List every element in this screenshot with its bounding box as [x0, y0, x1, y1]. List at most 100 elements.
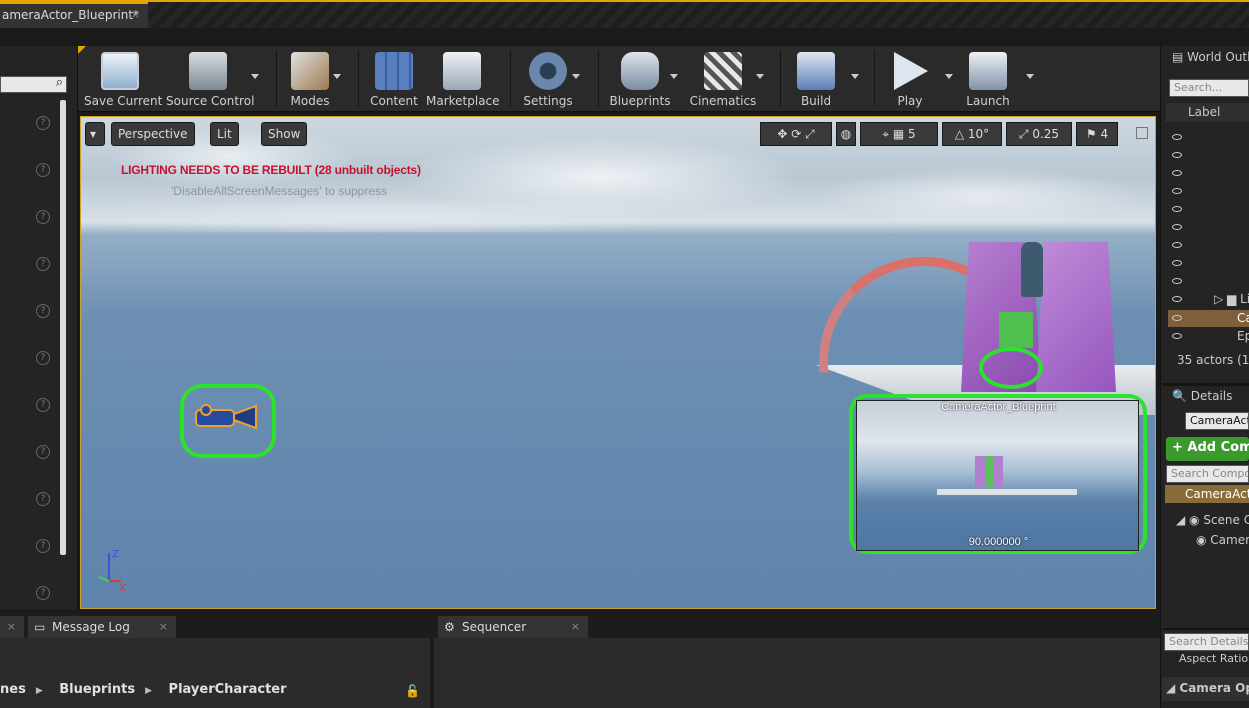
camera-component-row[interactable]: ◉ Camer: [1196, 533, 1249, 547]
bottom-tab-partial[interactable]: ×: [0, 616, 24, 638]
perspective-button[interactable]: Perspective: [111, 122, 195, 146]
viewport-options-dropdown[interactable]: ▾: [85, 122, 105, 146]
scale-snap-toggle[interactable]: ⤢ 0.25: [1006, 122, 1072, 146]
eye-icon[interactable]: [1172, 260, 1182, 266]
actor-name-field[interactable]: CameraAct: [1185, 412, 1249, 430]
source-control-button[interactable]: Source Control: [166, 46, 255, 112]
help-icon[interactable]: ?: [36, 492, 50, 506]
outliner-row-camera[interactable]: Ca: [1237, 311, 1249, 325]
camera-options-category[interactable]: ◢ Camera Opti: [1162, 677, 1249, 701]
rotation-snap-toggle[interactable]: △ 10°: [942, 122, 1002, 146]
help-icon[interactable]: ?: [36, 445, 50, 459]
eye-icon[interactable]: [1172, 333, 1182, 339]
world-outliner-tab[interactable]: ▤ World Outli: [1172, 50, 1249, 64]
eye-icon[interactable]: [1172, 206, 1182, 212]
outliner-row-folder[interactable]: ▷ ▆ Li: [1214, 292, 1249, 306]
chevron-right-icon: ▶: [35, 686, 43, 696]
axis-x-label: X: [119, 583, 126, 594]
outliner-row[interactable]: Ep: [1237, 329, 1249, 343]
blueprints-label: Blueprints: [609, 94, 671, 108]
axis-z-label: Z: [112, 549, 119, 560]
rotation-snap-value: 10°: [967, 127, 990, 141]
camera-speed-button[interactable]: ⚑ 4: [1076, 122, 1118, 146]
lock-icon[interactable]: 🔓: [405, 684, 420, 698]
chevron-down-icon[interactable]: [945, 74, 953, 79]
help-icon[interactable]: ?: [36, 116, 50, 130]
row-label: Ep: [1237, 329, 1249, 343]
lit-label: Lit: [217, 127, 232, 141]
eye-icon[interactable]: [1172, 296, 1182, 302]
component-root-row[interactable]: CameraAct: [1165, 485, 1249, 503]
help-icon[interactable]: ?: [36, 304, 50, 318]
eye-icon[interactable]: [1172, 170, 1182, 176]
world-local-icon[interactable]: ◍: [836, 122, 856, 146]
help-icon[interactable]: ?: [36, 163, 50, 177]
settings-label: Settings: [523, 94, 573, 108]
launch-button[interactable]: Launch: [958, 46, 1018, 112]
chevron-down-icon[interactable]: [572, 74, 580, 79]
breadcrumb-item[interactable]: Blueprints: [59, 682, 135, 697]
transform-mode-buttons[interactable]: ✥ ⟳ ⤢: [760, 122, 832, 146]
sequencer-icon: ⚙: [444, 620, 455, 634]
help-icon[interactable]: ?: [36, 210, 50, 224]
close-tab-icon[interactable]: ×: [571, 616, 580, 638]
build-button[interactable]: Build: [788, 46, 844, 112]
search-details-input[interactable]: Search Details: [1164, 633, 1249, 651]
scale-snap-value: 0.25: [1032, 127, 1060, 141]
chevron-down-icon[interactable]: [670, 74, 678, 79]
details-tab[interactable]: 🔍 Details: [1172, 389, 1232, 403]
save-icon: [101, 52, 139, 90]
breadcrumb-item[interactable]: PlayerCharacter: [169, 682, 287, 697]
outliner-header[interactable]: Label: [1166, 103, 1249, 122]
help-icon[interactable]: ?: [36, 398, 50, 412]
eye-icon[interactable]: [1172, 242, 1182, 248]
help-icon[interactable]: ?: [36, 586, 50, 600]
blueprints-button[interactable]: Blueprints: [606, 46, 674, 112]
document-tab[interactable]: ameraActor_Blueprint* ×: [0, 2, 148, 28]
component-root-label: CameraAct: [1185, 487, 1249, 501]
add-component-button[interactable]: + Add Com: [1166, 437, 1249, 461]
chevron-down-icon[interactable]: [333, 74, 341, 79]
eye-icon[interactable]: [1172, 188, 1182, 194]
search-components-input[interactable]: Search Compo: [1166, 465, 1249, 483]
maximize-viewport-icon[interactable]: [1136, 127, 1148, 139]
eye-icon[interactable]: [1172, 315, 1182, 321]
scene-component-row[interactable]: ◢ ◉ Scene Co: [1176, 513, 1249, 527]
grid-snap-toggle[interactable]: ⌖ ▦ 5: [860, 122, 938, 146]
chevron-down-icon[interactable]: [851, 74, 859, 79]
help-icon[interactable]: ?: [36, 257, 50, 271]
eye-icon[interactable]: [1172, 278, 1182, 284]
show-button[interactable]: Show: [261, 122, 308, 146]
source-control-label: Source Control: [166, 94, 255, 108]
camera-actor-icon[interactable]: [194, 404, 258, 430]
breadcrumb-item[interactable]: nes: [0, 682, 26, 697]
chevron-down-icon[interactable]: [251, 74, 259, 79]
close-tab-icon[interactable]: ×: [159, 616, 168, 638]
help-icon[interactable]: ?: [36, 351, 50, 365]
eye-icon[interactable]: [1172, 224, 1182, 230]
close-tab-icon[interactable]: ×: [131, 4, 140, 26]
lit-button[interactable]: Lit: [210, 122, 239, 146]
sequencer-tab[interactable]: ⚙ Sequencer ×: [438, 616, 588, 638]
save-current-button[interactable]: Save Current: [84, 46, 163, 112]
grid-snap-value: 5: [908, 127, 916, 141]
marketplace-button[interactable]: Marketplace: [426, 46, 500, 112]
save-current-label: Save Current: [84, 94, 163, 108]
chevron-down-icon[interactable]: [756, 74, 764, 79]
message-log-tab[interactable]: ▭ Message Log ×: [28, 616, 176, 638]
level-viewport[interactable]: ▾ Perspective Lit Show ✥ ⟳ ⤢ ◍ ⌖ ▦ 5 △ 1…: [80, 116, 1156, 609]
left-search-input[interactable]: ⌕: [0, 75, 67, 93]
details-title: Details: [1190, 389, 1233, 403]
chevron-down-icon[interactable]: [1026, 74, 1034, 79]
eye-icon[interactable]: [1172, 152, 1182, 158]
content-button[interactable]: Content: [366, 46, 422, 112]
blueprints-icon: [621, 52, 659, 90]
modes-button[interactable]: Modes: [284, 46, 336, 112]
eye-icon[interactable]: [1172, 134, 1182, 140]
left-scrollbar[interactable]: [60, 100, 66, 555]
help-icon[interactable]: ?: [36, 539, 50, 553]
play-button[interactable]: Play: [882, 46, 938, 112]
settings-button[interactable]: Settings: [518, 46, 578, 112]
cinematics-button[interactable]: Cinematics: [686, 46, 760, 112]
outliner-search-input[interactable]: Search...: [1169, 79, 1249, 97]
